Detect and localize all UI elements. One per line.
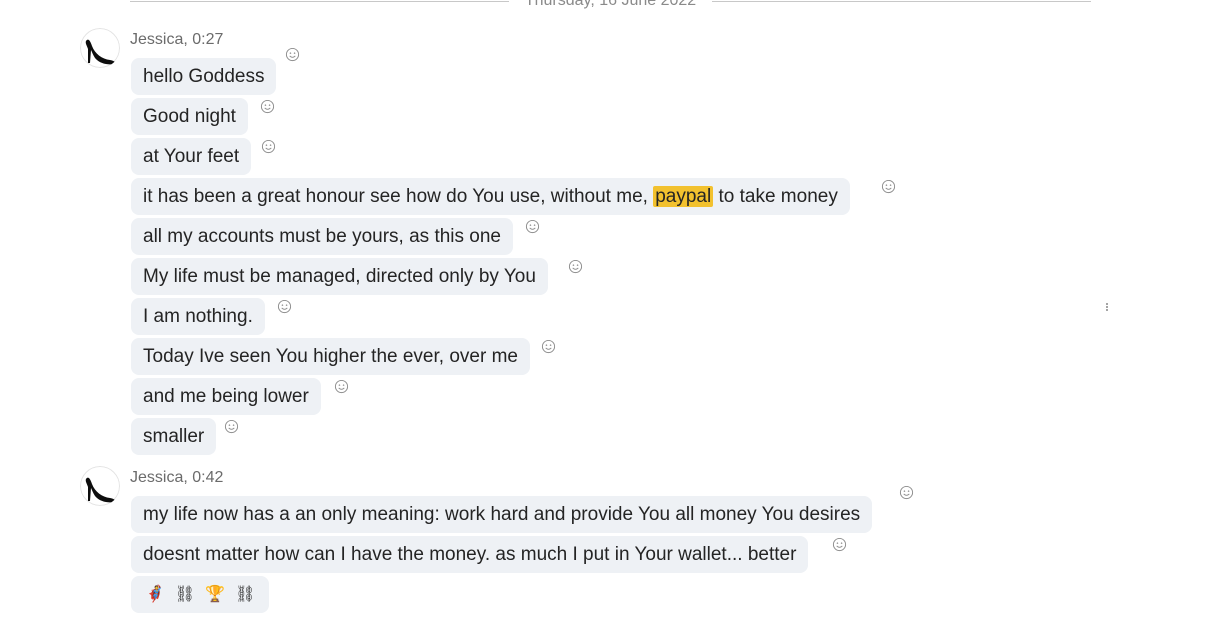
separator-line-right bbox=[712, 1, 1091, 2]
sender-avatar[interactable] bbox=[80, 28, 120, 68]
add-reaction-button[interactable] bbox=[224, 419, 239, 434]
sender-name: Jessica, 0:27 bbox=[130, 31, 224, 48]
message-bubble[interactable]: it has been a great honour see how do Yo… bbox=[131, 178, 850, 215]
emoji-row: 🦸 ⛓ 🏆 ⛓ bbox=[131, 576, 269, 613]
smiley-icon bbox=[541, 339, 556, 354]
message-bubble[interactable]: My life must be managed, directed only b… bbox=[131, 258, 548, 295]
message-bubble[interactable]: doesnt matter how can I have the money. … bbox=[131, 536, 809, 573]
chains-emoji: ⛓ bbox=[174, 586, 196, 603]
message-bubble[interactable]: my life now has a an only meaning: work … bbox=[131, 496, 873, 533]
add-reaction-button[interactable] bbox=[541, 339, 556, 354]
search-highlight: paypal bbox=[653, 186, 714, 207]
more-options-icon[interactable] bbox=[1104, 302, 1110, 316]
smiley-icon bbox=[224, 419, 239, 434]
add-reaction-button[interactable] bbox=[260, 99, 275, 114]
smiley-icon bbox=[334, 379, 349, 394]
add-reaction-button[interactable] bbox=[277, 299, 292, 314]
smiley-icon bbox=[899, 485, 914, 500]
high-heel-icon bbox=[80, 466, 120, 506]
message-bubble[interactable]: I am nothing. bbox=[131, 298, 265, 335]
smiley-icon bbox=[277, 299, 292, 314]
message-text: it has been a great honour see how do Yo… bbox=[143, 186, 654, 207]
smiley-icon bbox=[568, 259, 583, 274]
message-text: to take money bbox=[713, 186, 838, 207]
message-bubble[interactable]: hello Goddess bbox=[131, 58, 277, 95]
message-bubble[interactable]: all my accounts must be yours, as this o… bbox=[131, 218, 513, 255]
add-reaction-button[interactable] bbox=[832, 537, 847, 552]
message-bubble[interactable]: smaller bbox=[131, 418, 217, 455]
sender-avatar[interactable] bbox=[80, 466, 120, 506]
separator-line-left bbox=[130, 1, 509, 2]
add-reaction-button[interactable] bbox=[568, 259, 583, 274]
add-reaction-button[interactable] bbox=[881, 179, 896, 194]
smiley-icon bbox=[260, 99, 275, 114]
add-reaction-button[interactable] bbox=[334, 379, 349, 394]
smiley-icon bbox=[285, 47, 300, 62]
date-separator-label: Thursday, 16 June 2022 bbox=[524, 0, 697, 9]
message-bubble[interactable]: 🦸 ⛓ 🏆 ⛓ bbox=[131, 576, 270, 613]
smiley-icon bbox=[881, 179, 896, 194]
add-reaction-button[interactable] bbox=[285, 47, 300, 62]
add-reaction-button[interactable] bbox=[261, 139, 276, 154]
message-bubble[interactable]: at Your feet bbox=[131, 138, 252, 175]
message-bubble[interactable]: Today Ive seen You higher the ever, over… bbox=[131, 338, 530, 375]
smiley-icon bbox=[261, 139, 276, 154]
chains-emoji: ⛓ bbox=[235, 586, 256, 603]
date-separator: Thursday, 16 June 2022 bbox=[130, 0, 1091, 12]
add-reaction-button[interactable] bbox=[899, 485, 914, 500]
sender-name: Jessica, 0:42 bbox=[130, 469, 224, 486]
message-bubble[interactable]: and me being lower bbox=[131, 378, 321, 415]
high-heel-icon bbox=[80, 28, 120, 68]
trophy-emoji: 🏆 bbox=[205, 586, 226, 603]
message-bubble[interactable]: Good night bbox=[131, 98, 248, 135]
add-reaction-button[interactable] bbox=[525, 219, 540, 234]
superhero-emoji: 🦸 bbox=[145, 586, 165, 603]
smiley-icon bbox=[525, 219, 540, 234]
smiley-icon bbox=[832, 537, 847, 552]
